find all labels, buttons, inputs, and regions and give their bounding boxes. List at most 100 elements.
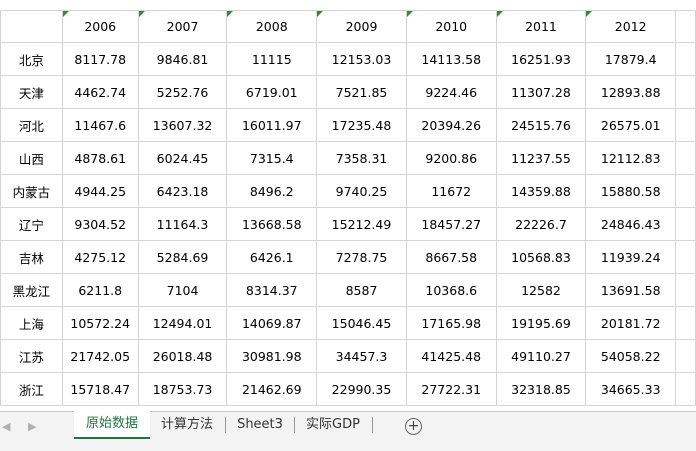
empty-cell[interactable] xyxy=(675,75,696,109)
gdp-value-cell[interactable]: 20394.26 xyxy=(405,108,497,142)
gdp-value-cell[interactable]: 4462.74 xyxy=(61,75,139,109)
gdp-value-cell[interactable]: 13691.58 xyxy=(585,273,677,307)
year-header-cell[interactable]: 2006 xyxy=(61,10,139,43)
gdp-value-cell[interactable]: 8667.58 xyxy=(405,240,497,274)
region-name-cell[interactable]: 江苏 xyxy=(0,339,63,373)
gdp-value-cell[interactable]: 19195.69 xyxy=(495,306,587,340)
gdp-value-cell[interactable]: 34457.3 xyxy=(316,339,407,373)
scroll-tabs-right-icon[interactable]: ▶ xyxy=(28,420,36,433)
gdp-value-cell[interactable]: 13668.58 xyxy=(226,207,318,241)
region-name-cell[interactable]: 辽宁 xyxy=(0,207,63,241)
gdp-value-cell[interactable]: 9200.86 xyxy=(405,141,497,175)
gdp-value-cell[interactable]: 7278.75 xyxy=(316,240,407,274)
gdp-value-cell[interactable]: 21462.69 xyxy=(226,372,318,406)
region-name-cell[interactable]: 北京 xyxy=(0,42,63,76)
gdp-value-cell[interactable]: 15212.49 xyxy=(316,207,407,241)
empty-cell[interactable] xyxy=(675,108,696,142)
gdp-value-cell[interactable]: 6426.1 xyxy=(226,240,318,274)
region-name-cell[interactable]: 内蒙古 xyxy=(0,174,63,208)
region-name-cell[interactable]: 上海 xyxy=(0,306,63,340)
gdp-value-cell[interactable]: 8496.2 xyxy=(226,174,318,208)
gdp-value-cell[interactable]: 26575.01 xyxy=(585,108,677,142)
gdp-value-cell[interactable]: 16251.93 xyxy=(495,42,587,76)
region-name-cell[interactable]: 天津 xyxy=(0,75,63,109)
gdp-value-cell[interactable]: 8587 xyxy=(316,273,407,307)
gdp-value-cell[interactable]: 14113.58 xyxy=(405,42,497,76)
gdp-value-cell[interactable]: 12153.03 xyxy=(316,42,407,76)
gdp-value-cell[interactable]: 15718.47 xyxy=(61,372,139,406)
gdp-value-cell[interactable]: 7104 xyxy=(137,273,228,307)
gdp-value-cell[interactable]: 20181.72 xyxy=(585,306,677,340)
gdp-value-cell[interactable]: 26018.48 xyxy=(137,339,228,373)
gdp-value-cell[interactable]: 14069.87 xyxy=(226,306,318,340)
year-header-cell[interactable]: 2009 xyxy=(316,10,407,43)
gdp-value-cell[interactable]: 15880.58 xyxy=(585,174,677,208)
gdp-value-cell[interactable]: 49110.27 xyxy=(495,339,587,373)
gdp-value-cell[interactable]: 4275.12 xyxy=(61,240,139,274)
gdp-value-cell[interactable]: 5252.76 xyxy=(137,75,228,109)
gdp-value-cell[interactable]: 7521.85 xyxy=(316,75,407,109)
year-header-cell[interactable]: 2012 xyxy=(585,10,677,43)
region-name-cell[interactable]: 浙江 xyxy=(0,372,63,406)
gdp-value-cell[interactable]: 17235.48 xyxy=(316,108,407,142)
empty-cell[interactable] xyxy=(675,10,696,43)
gdp-value-cell[interactable]: 7315.4 xyxy=(226,141,318,175)
gdp-value-cell[interactable]: 11672 xyxy=(405,174,497,208)
gdp-value-cell[interactable]: 6024.45 xyxy=(137,141,228,175)
gdp-value-cell[interactable]: 6719.01 xyxy=(226,75,318,109)
gdp-value-cell[interactable]: 6211.8 xyxy=(61,273,139,307)
gdp-value-cell[interactable]: 4944.25 xyxy=(61,174,139,208)
gdp-value-cell[interactable]: 17879.4 xyxy=(585,42,677,76)
empty-cell[interactable] xyxy=(675,42,696,76)
gdp-value-cell[interactable]: 10368.6 xyxy=(405,273,497,307)
gdp-value-cell[interactable]: 11939.24 xyxy=(585,240,677,274)
gdp-value-cell[interactable]: 18753.73 xyxy=(137,372,228,406)
gdp-value-cell[interactable]: 27722.31 xyxy=(405,372,497,406)
gdp-value-cell[interactable]: 5284.69 xyxy=(137,240,228,274)
tab-sheet3[interactable]: Sheet3 xyxy=(228,412,292,438)
gdp-value-cell[interactable]: 8314.37 xyxy=(226,273,318,307)
year-header-cell[interactable]: 2010 xyxy=(405,10,497,43)
scroll-tabs-left-icon[interactable]: ◀ xyxy=(2,420,10,433)
tab-calculation-method[interactable]: 计算方法 xyxy=(152,412,222,438)
empty-cell[interactable] xyxy=(675,174,696,208)
gdp-value-cell[interactable]: 11467.6 xyxy=(61,108,139,142)
gdp-value-cell[interactable]: 11164.3 xyxy=(137,207,228,241)
gdp-value-cell[interactable]: 12582 xyxy=(495,273,587,307)
gdp-value-cell[interactable]: 30981.98 xyxy=(226,339,318,373)
gdp-value-cell[interactable]: 18457.27 xyxy=(405,207,497,241)
gdp-value-cell[interactable]: 12893.88 xyxy=(585,75,677,109)
year-header-cell[interactable]: 2008 xyxy=(226,10,318,43)
gdp-value-cell[interactable]: 10568.83 xyxy=(495,240,587,274)
gdp-value-cell[interactable]: 4878.61 xyxy=(61,141,139,175)
empty-cell[interactable] xyxy=(675,306,696,340)
empty-cell[interactable] xyxy=(675,339,696,373)
gdp-value-cell[interactable]: 34665.33 xyxy=(585,372,677,406)
add-sheet-button[interactable]: + xyxy=(405,418,422,435)
gdp-value-cell[interactable]: 11115 xyxy=(226,42,318,76)
empty-cell[interactable] xyxy=(675,207,696,241)
empty-cell[interactable] xyxy=(675,240,696,274)
gdp-value-cell[interactable]: 24846.43 xyxy=(585,207,677,241)
gdp-value-cell[interactable]: 32318.85 xyxy=(495,372,587,406)
corner-cell[interactable] xyxy=(0,10,63,43)
region-name-cell[interactable]: 黑龙江 xyxy=(0,273,63,307)
gdp-value-cell[interactable]: 9224.46 xyxy=(405,75,497,109)
gdp-value-cell[interactable]: 9846.81 xyxy=(137,42,228,76)
gdp-value-cell[interactable]: 15046.45 xyxy=(316,306,407,340)
year-header-cell[interactable]: 2007 xyxy=(137,10,228,43)
tab-original-data[interactable]: 原始数据 xyxy=(74,411,150,439)
gdp-value-cell[interactable]: 10572.24 xyxy=(61,306,139,340)
gdp-value-cell[interactable]: 21742.05 xyxy=(61,339,139,373)
region-name-cell[interactable]: 山西 xyxy=(0,141,63,175)
gdp-value-cell[interactable]: 12494.01 xyxy=(137,306,228,340)
empty-cell[interactable] xyxy=(675,372,696,406)
gdp-value-cell[interactable]: 8117.78 xyxy=(61,42,139,76)
gdp-value-cell[interactable]: 11237.55 xyxy=(495,141,587,175)
gdp-value-cell[interactable]: 11307.28 xyxy=(495,75,587,109)
gdp-value-cell[interactable]: 22990.35 xyxy=(316,372,407,406)
gdp-value-cell[interactable]: 9304.52 xyxy=(61,207,139,241)
gdp-value-cell[interactable]: 22226.7 xyxy=(495,207,587,241)
tab-real-gdp[interactable]: 实际GDP xyxy=(297,412,369,438)
gdp-value-cell[interactable]: 6423.18 xyxy=(137,174,228,208)
